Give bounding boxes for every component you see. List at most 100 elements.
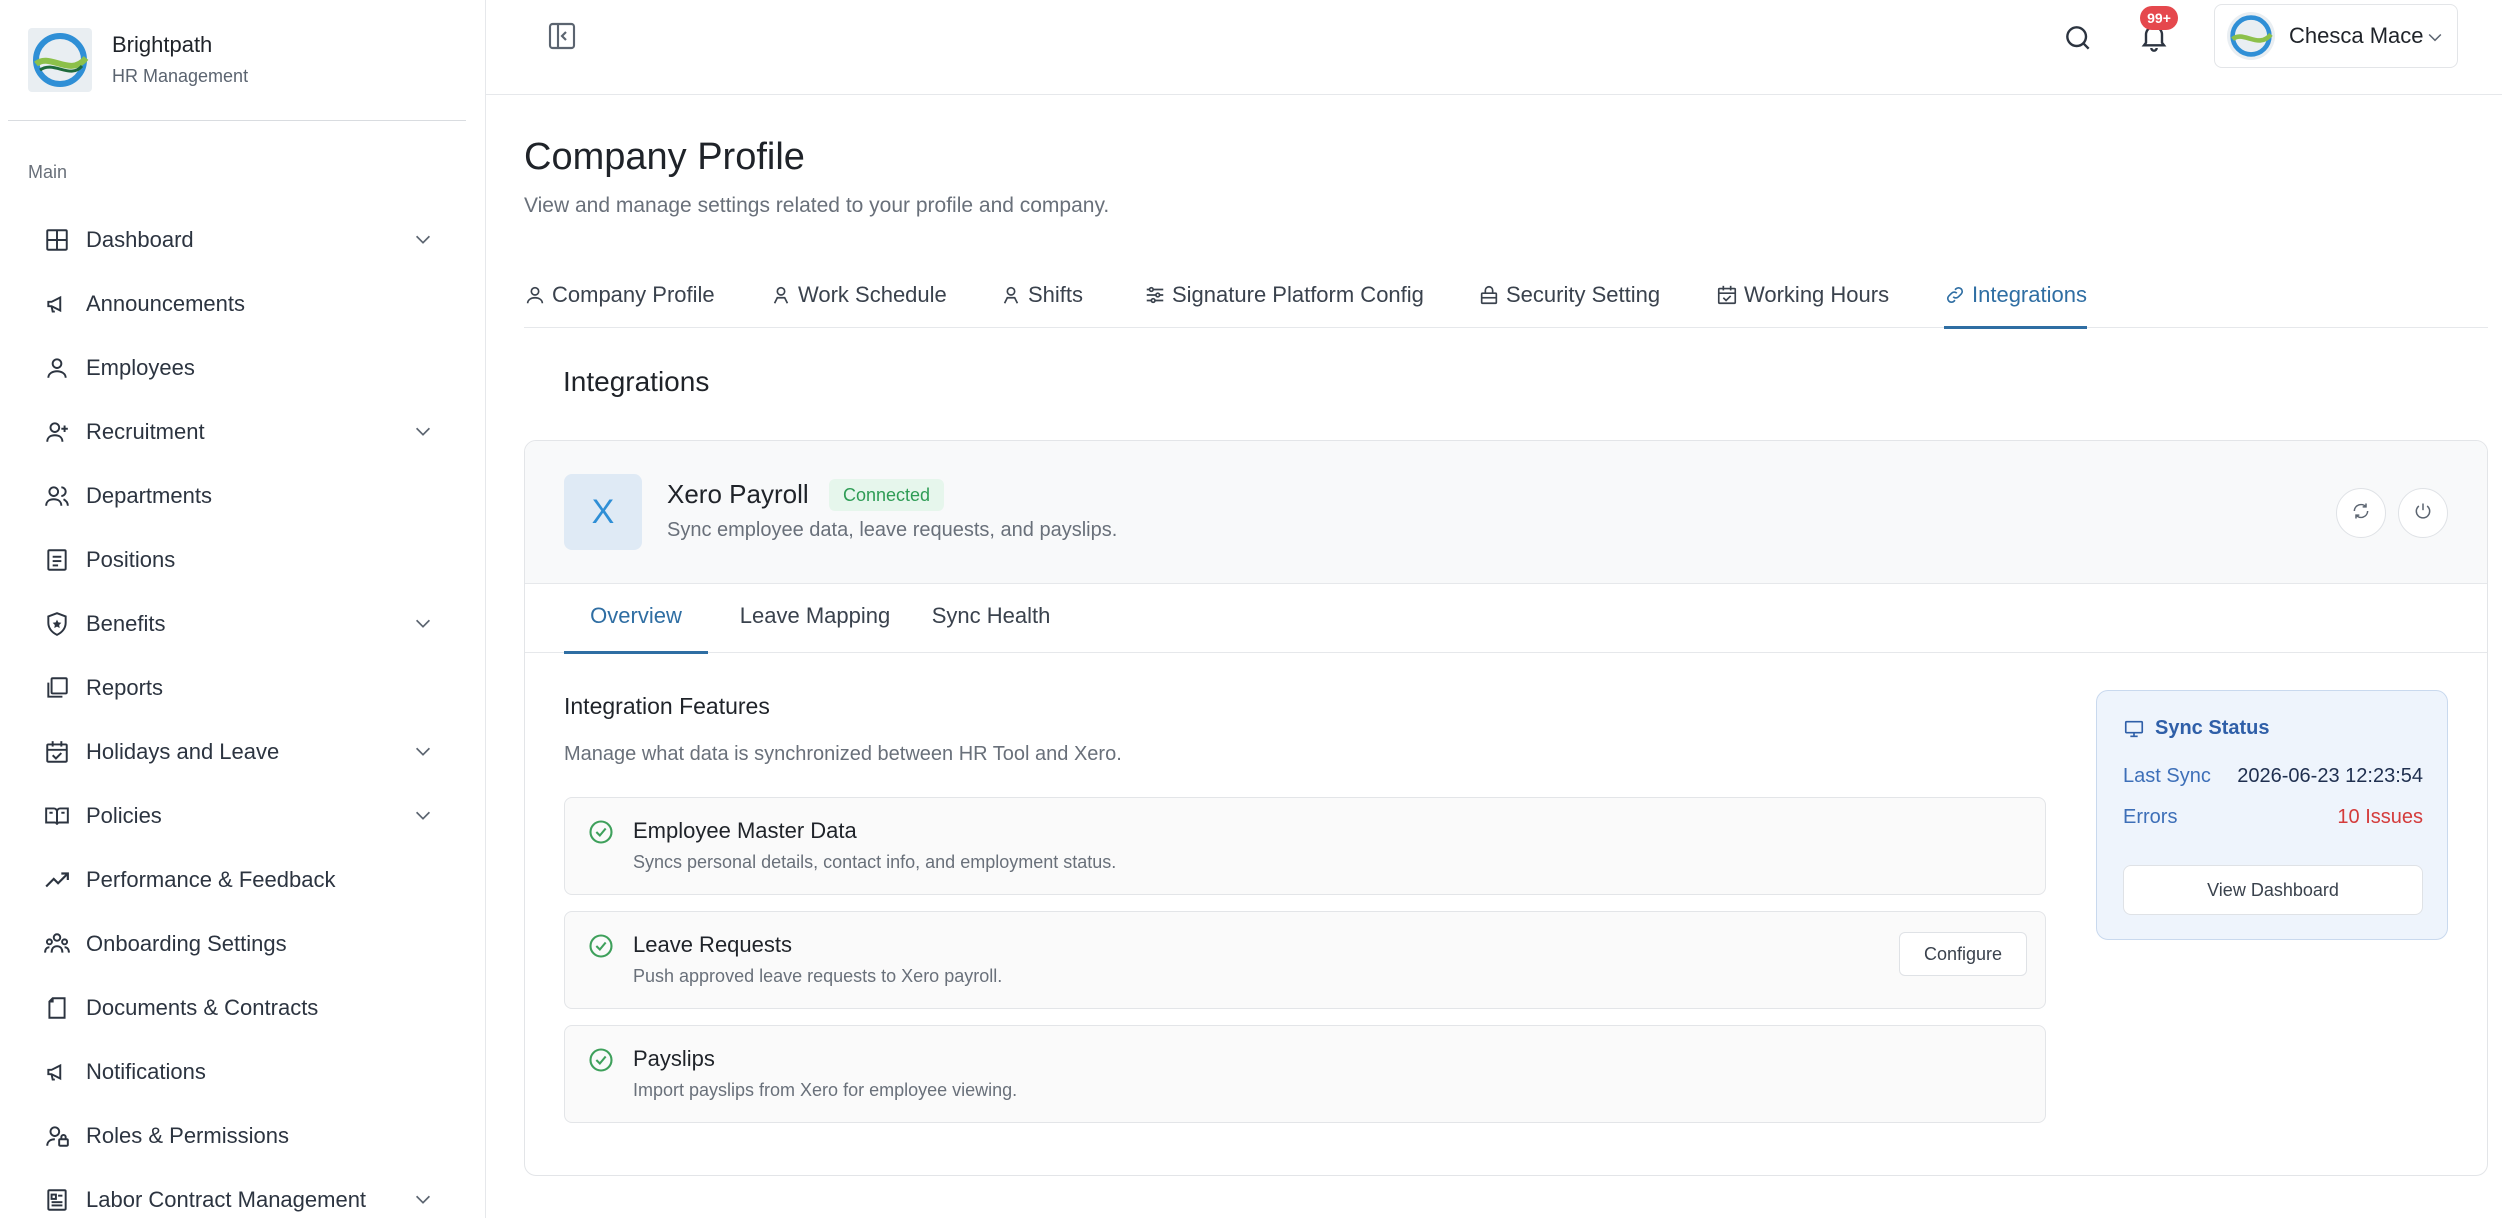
lock-icon (1478, 284, 1500, 306)
feature-name: Payslips (633, 1046, 715, 1071)
stack-icon (42, 673, 72, 703)
sidebar-item-label: Announcements (86, 291, 245, 316)
configure-button[interactable]: Configure (1899, 932, 2027, 976)
sidebar-item-policies[interactable]: Policies (0, 784, 486, 848)
users-icon (42, 481, 72, 511)
calendar-check-icon (1716, 284, 1738, 306)
sidebar-nav: Dashboard Announcements Employees Recrui… (0, 208, 486, 1218)
errors-label: Errors (2123, 806, 2178, 828)
sync-status-title: Sync Status (2123, 717, 2269, 740)
chevron-down-icon[interactable] (412, 804, 434, 826)
sidebar-item-label: Reports (86, 675, 164, 700)
view-dashboard-button[interactable]: View Dashboard (2123, 865, 2423, 915)
check-circle-icon[interactable] (587, 1046, 615, 1074)
sidebar-item-benefits[interactable]: Benefits (0, 592, 486, 656)
integration-header: X Xero Payroll Connected Sync employee d… (525, 441, 2487, 584)
tab-label: Security Setting (1506, 282, 1661, 307)
tab-working-hours[interactable]: Working Hours (1716, 270, 1889, 328)
chevron-down-icon[interactable] (412, 420, 434, 442)
chevron-down-icon[interactable] (412, 228, 434, 250)
sidebar-item-label: Positions (86, 547, 176, 572)
chevron-down-icon[interactable] (412, 740, 434, 762)
sync-status-panel: Sync Status Last Sync 2026-06-23 12:23:5… (2096, 690, 2448, 940)
sidebar-item-label: Benefits (86, 611, 166, 636)
avatar (2227, 12, 2275, 60)
sidebar-item-positions[interactable]: Positions (0, 528, 486, 592)
sidebar-item-recruitment[interactable]: Recruitment (0, 400, 486, 464)
search-icon[interactable] (2062, 22, 2096, 56)
tab-signature-platform-config[interactable]: Signature Platform Config (1144, 270, 1424, 328)
sidebar-item-holidays-and-leave[interactable]: Holidays and Leave (0, 720, 486, 784)
page-subtitle: View and manage settings related to your… (524, 194, 1110, 217)
sync-button[interactable] (2336, 488, 2386, 538)
tab-security-setting[interactable]: Security Setting (1478, 270, 1660, 328)
sidebar-item-departments[interactable]: Departments (0, 464, 486, 528)
sidebar-item-employees[interactable]: Employees (0, 336, 486, 400)
tab-label: Signature Platform Config (1172, 282, 1424, 307)
power-icon (2413, 501, 2433, 526)
grid-icon (42, 225, 72, 255)
tab-work-schedule[interactable]: Work Schedule (770, 270, 947, 328)
sidebar-item-documents-contracts[interactable]: Documents & Contracts (0, 976, 486, 1040)
tab-company-profile[interactable]: Company Profile (524, 270, 715, 328)
nav-section-label: Main (28, 162, 68, 182)
sidebar-item-notifications[interactable]: Notifications (0, 1040, 486, 1104)
sidebar-item-reports[interactable]: Reports (0, 656, 486, 720)
sidebar-item-label: Labor Contract Management (86, 1187, 367, 1212)
disconnect-button[interactable] (2398, 488, 2448, 538)
tab-label: Shifts (1028, 282, 1084, 307)
megaphone-icon (42, 289, 72, 319)
sidebar-item-dashboard[interactable]: Dashboard (0, 208, 486, 272)
tab-sync-health[interactable]: Sync Health (923, 585, 1059, 653)
trend-icon (42, 865, 72, 895)
integration-name: Xero Payroll (667, 479, 809, 509)
chevron-down-icon[interactable] (412, 1188, 434, 1210)
user-menu[interactable]: Chesca Mace (2214, 4, 2458, 68)
sidebar-item-label: Dashboard (86, 227, 194, 252)
sidebar-item-label: Recruitment (86, 419, 205, 444)
brand-subtitle: HR Management (112, 66, 249, 86)
refresh-icon (2351, 501, 2371, 526)
tab-integrations[interactable]: Integrations (1944, 270, 2087, 329)
brand-name: Brightpath (112, 32, 213, 57)
section-title: Integrations (563, 366, 710, 397)
tab-leave-mapping[interactable]: Leave Mapping (733, 585, 897, 653)
sidebar-toggle-icon[interactable] (546, 20, 578, 52)
user-plus-icon (42, 417, 72, 447)
integration-tabs: Overview Leave Mapping Sync Health (525, 585, 2487, 654)
monitor-icon (2123, 718, 2145, 740)
sidebar-item-performance[interactable]: Performance & Feedback (0, 848, 486, 912)
brand[interactable]: Brightpath HR Management (28, 18, 248, 102)
brand-divider (8, 120, 466, 121)
last-sync-value: 2026-06-23 12:23:54 (2237, 765, 2423, 787)
last-sync-label: Last Sync (2123, 765, 2211, 787)
last-sync-row: Last Sync 2026-06-23 12:23:54 (2123, 765, 2423, 795)
sidebar-item-onboarding-settings[interactable]: Onboarding Settings (0, 912, 486, 976)
xero-logo: X (564, 474, 642, 550)
tab-overview[interactable]: Overview (564, 585, 708, 654)
tab-shifts[interactable]: Shifts (1000, 270, 1083, 328)
sidebar-item-roles-permissions[interactable]: Roles & Permissions (0, 1104, 486, 1168)
sliders-icon (1144, 284, 1166, 306)
sidebar-item-label: Departments (86, 483, 212, 508)
page-title: Company Profile (524, 136, 805, 178)
contract-icon (42, 1185, 72, 1215)
sidebar-item-labor-contract[interactable]: Labor Contract Management (0, 1168, 486, 1218)
check-circle-icon[interactable] (587, 932, 615, 960)
tab-label: Integrations (1972, 282, 2087, 307)
feature-description: Push approved leave requests to Xero pay… (633, 966, 1003, 986)
notification-badge: 99+ (2140, 6, 2178, 30)
book-icon (42, 801, 72, 831)
errors-row: Errors 10 Issues (2123, 806, 2423, 836)
sidebar-item-announcements[interactable]: Announcements (0, 272, 486, 336)
feature-description: Syncs personal details, contact info, an… (633, 852, 1117, 872)
tab-label: Working Hours (1744, 282, 1890, 307)
sidebar-item-label: Performance & Feedback (86, 867, 336, 892)
check-circle-icon[interactable] (587, 818, 615, 846)
integration-card: X Xero Payroll Connected Sync employee d… (524, 440, 2488, 1176)
sidebar-item-label: Holidays and Leave (86, 739, 280, 764)
people-icon (42, 929, 72, 959)
chevron-down-icon[interactable] (412, 612, 434, 634)
tab-label: Work Schedule (798, 282, 947, 307)
sidebar-item-label: Roles & Permissions (86, 1123, 289, 1148)
